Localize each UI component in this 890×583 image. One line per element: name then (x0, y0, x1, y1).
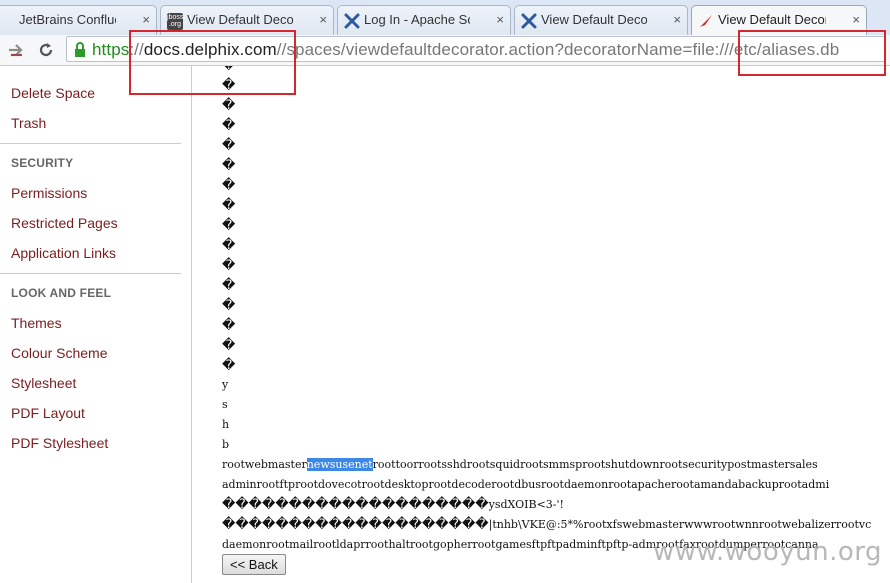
lock-icon (73, 42, 87, 57)
selected-text: newsusenet (306, 458, 373, 471)
sidebar-item-pdf-stylesheet[interactable]: PDF Stylesheet (11, 435, 108, 451)
tab-apache-login[interactable]: Log In - Apache Softw × (337, 5, 511, 35)
replacement-char: � (222, 318, 236, 333)
sidebar-item-restricted-pages[interactable]: Restricted Pages (11, 215, 118, 231)
content-line-binary-2: ��������������������|tnhb\VKE@:5*%rootxf… (222, 517, 871, 532)
space-admin-sidebar: ▔ Delete Space Trash SECURITY Permission… (0, 54, 192, 583)
jetbrains-icon (0, 13, 15, 29)
content-text: roottoorrootsshdrootsquidrootsmmsprootsh… (372, 458, 818, 471)
back-button[interactable]: << Back (222, 554, 286, 575)
sidebar-divider (0, 143, 181, 144)
replacement-char: � (222, 258, 236, 273)
watermark: www.wooyun.org (652, 537, 882, 567)
replacement-char: � (222, 338, 236, 353)
content-letter: s (222, 398, 228, 411)
content-text: ysdXOIB<3-'! (488, 498, 564, 511)
replacement-char: � (222, 118, 236, 133)
content-text: |tnhb\VKE@:5*%rootxfswebmasterwwwrootwnn… (488, 518, 872, 531)
sidebar-heading-security: SECURITY (11, 156, 74, 170)
annotation-box-host (129, 30, 296, 95)
content-letter: y (222, 378, 229, 391)
content-letter: b (222, 438, 230, 451)
replacement-char: � (222, 178, 236, 193)
content-line-binary-1: ��������������������ysdXOIB<3-'! (222, 497, 564, 512)
tab-decorator-3[interactable]: View Default Decorat × (514, 5, 688, 35)
binary-glyphs: �������������������� (222, 497, 489, 512)
content-letter: h (222, 418, 230, 431)
content-text: rootwebmaster (222, 458, 307, 471)
sidebar-item-colour-scheme[interactable]: Colour Scheme (11, 345, 108, 361)
sidebar-item-trash[interactable]: Trash (11, 115, 46, 131)
sidebar-item-permissions[interactable]: Permissions (11, 185, 87, 201)
replacement-char: � (222, 218, 236, 233)
replacement-char: � (222, 278, 236, 293)
sidebar-item-application-links[interactable]: Application Links (11, 245, 116, 261)
sidebar-item-stylesheet[interactable]: Stylesheet (11, 375, 76, 391)
url-scheme: https (92, 40, 130, 59)
annotation-box-file-path (738, 30, 886, 76)
replacement-char: � (222, 98, 236, 113)
content-line-aliases-1: rootwebmasternewsusenetroottoorrootsshdr… (222, 458, 818, 471)
decorator-file-content: ���������������� y s h b rootwebmasterne… (192, 66, 890, 583)
sidebar-divider (0, 273, 181, 274)
tab-close-icon[interactable]: × (673, 6, 681, 34)
tab-label: View Default Decorat (541, 12, 647, 27)
sidebar-heading-look-and-feel: LOOK AND FEEL (11, 286, 112, 300)
sidebar-item-pdf-layout[interactable]: PDF Layout (11, 405, 85, 421)
sidebar-item-partial: ▔ (11, 54, 22, 70)
replacement-char: � (222, 138, 236, 153)
content-line-aliases-2: adminrootftprootdovecotrootdesktoprootde… (222, 478, 830, 491)
confluence-x-icon (521, 13, 537, 29)
replacement-char: � (222, 238, 236, 253)
tab-label: JetBrains Confluence (19, 12, 116, 27)
replacement-char: � (222, 198, 236, 213)
delphix-icon (698, 13, 714, 29)
replacement-char: � (222, 358, 236, 373)
reload-icon[interactable] (34, 38, 58, 62)
tab-label: Log In - Apache Softw (364, 12, 470, 27)
replacement-char: � (222, 158, 236, 173)
sidebar-item-delete-space[interactable]: Delete Space (11, 85, 95, 101)
jboss-org-icon: jboss .org (167, 13, 184, 30)
sidebar-item-themes[interactable]: Themes (11, 315, 62, 331)
replacement-char: � (222, 298, 236, 313)
confluence-x-icon (344, 13, 360, 29)
binary-glyphs: �������������������� (222, 517, 489, 532)
tab-close-icon[interactable]: × (319, 6, 327, 34)
tab-close-icon[interactable]: × (496, 6, 504, 34)
